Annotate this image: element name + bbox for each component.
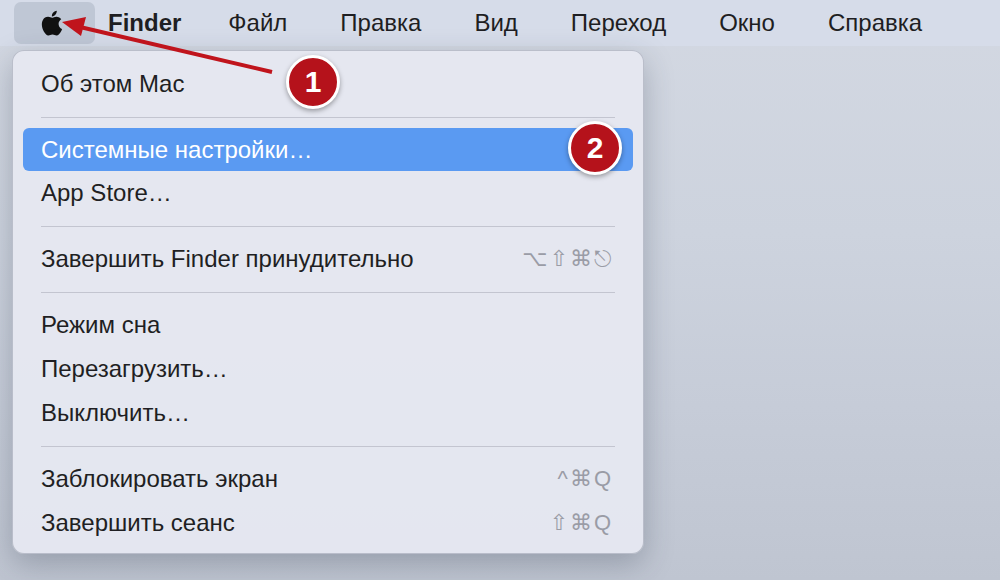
step-badge: 1 [286, 55, 340, 109]
menu-bar-item[interactable]: Справка [815, 9, 922, 37]
menu-item-label: Завершить Finder принудительно [41, 245, 414, 273]
menu-item-label: Об этом Mac [41, 70, 184, 98]
menu-item-label: Выключить… [41, 399, 190, 427]
apple-menu: Об этом Mac Системные настройки… App Store… [12, 50, 644, 554]
menu-bar-item[interactable]: Переход [558, 9, 666, 37]
menu-item-label: App Store… [41, 179, 172, 207]
menu-separator [23, 281, 633, 303]
menu-separator [23, 106, 633, 128]
menu-bar-item[interactable]: Вид [461, 9, 517, 37]
app-menu[interactable]: Finder [95, 9, 181, 37]
step-badge: 2 [568, 121, 622, 175]
menu-item[interactable]: Заблокировать экран ^⌘Q [23, 457, 633, 501]
menu-item[interactable]: Системные настройки… [23, 128, 633, 171]
menu-bar: Finder Файл Правка Вид Переход Окно Справка [0, 0, 1000, 46]
menu-item[interactable]: App Store… [23, 171, 633, 215]
shortcut: ^⌘Q [558, 466, 613, 492]
shortcut: ⌥⇧⌘⎋ [522, 246, 613, 272]
menu-item[interactable]: Выключить… [23, 391, 633, 435]
menu-item-label: Системные настройки… [41, 136, 312, 164]
arrow-icon [0, 0, 1000, 580]
menu-item-label: Завершить сеанс [41, 509, 235, 537]
menu-bar-item[interactable]: Правка [327, 9, 421, 37]
menu-item[interactable]: Завершить Finder принудительно ⌥⇧⌘⎋ [23, 237, 633, 281]
menu-separator [23, 215, 633, 237]
menu-item-label: Заблокировать экран [41, 465, 278, 493]
menu-separator [23, 435, 633, 457]
menu-bar-item[interactable]: Окно [706, 9, 775, 37]
shortcut: ⇧⌘Q [549, 510, 613, 536]
menu-bar-item[interactable]: Файл [215, 9, 287, 37]
menu-item[interactable]: Завершить сеанс ⇧⌘Q [23, 501, 633, 545]
apple-menu-button[interactable] [14, 2, 95, 44]
menu-item[interactable]: Режим сна [23, 303, 633, 347]
menu-item[interactable]: Перезагрузить… [23, 347, 633, 391]
menu-item-label: Режим сна [41, 311, 160, 339]
menu-item-label: Перезагрузить… [41, 355, 228, 383]
apple-icon [39, 9, 63, 37]
